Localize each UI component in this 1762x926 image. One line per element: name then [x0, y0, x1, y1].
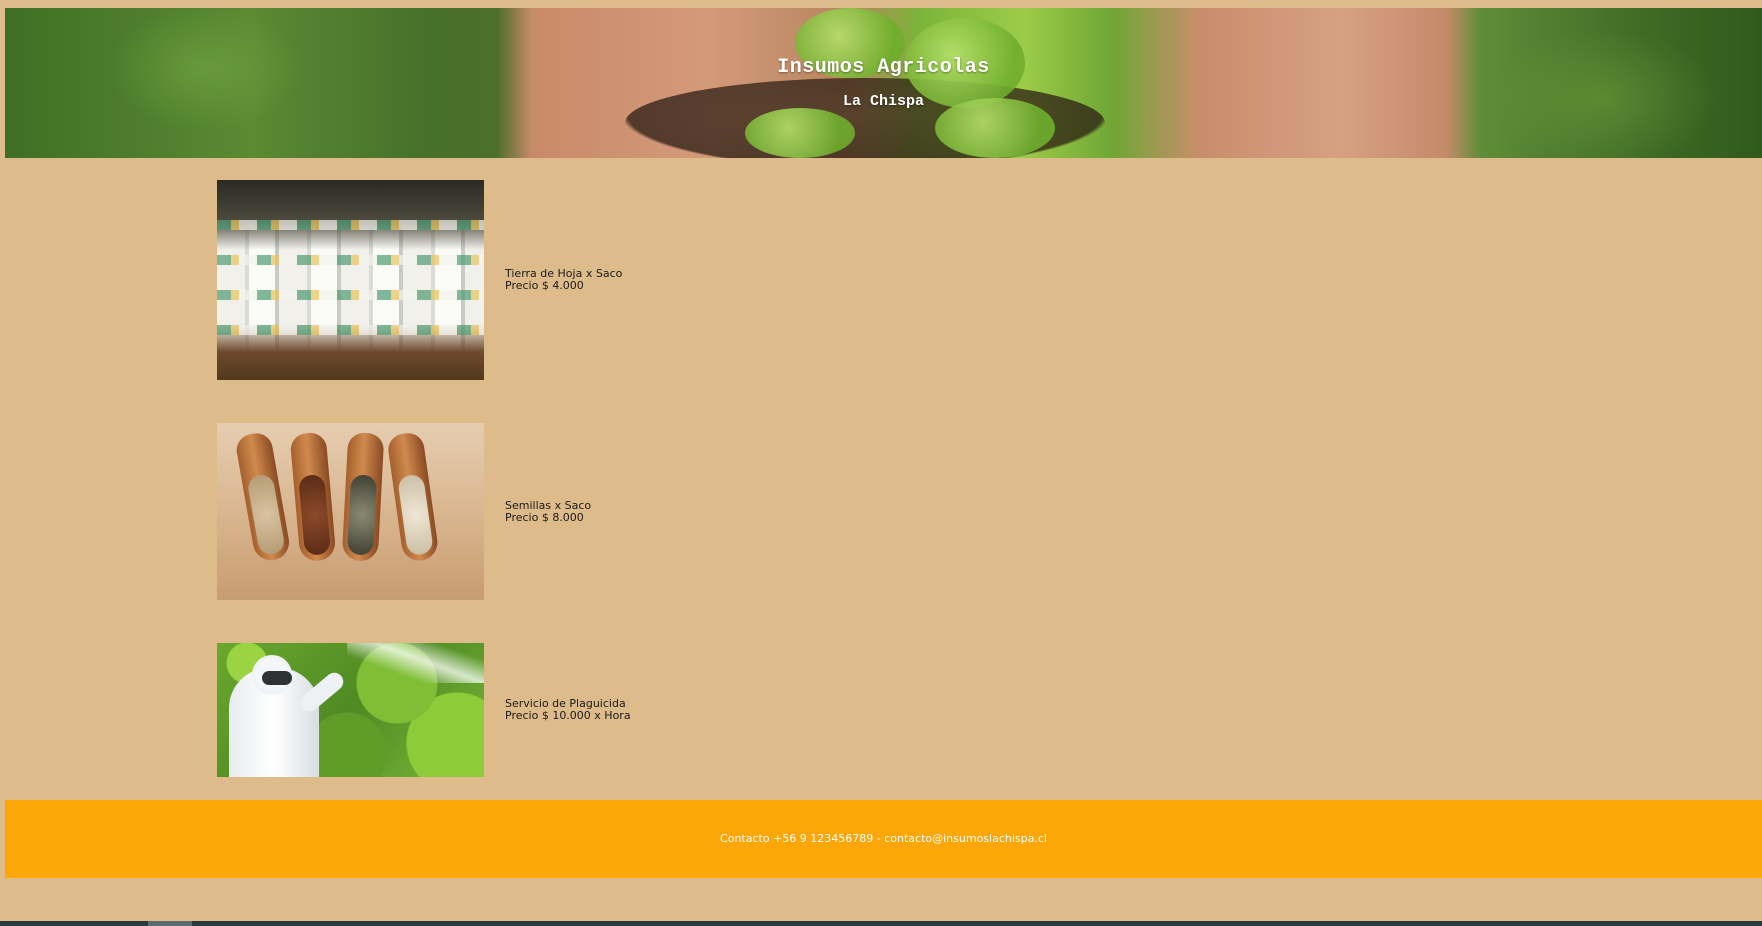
- top-strip: [0, 0, 1762, 8]
- page-title: Insumos Agricolas: [777, 56, 990, 79]
- product-image-pesticide: [217, 643, 484, 777]
- product-item-pesticide: Servicio de Plaguicida Precio $ 10.000 x…: [505, 698, 631, 722]
- scoop-4: [386, 431, 440, 563]
- product-image-seeds: [217, 423, 484, 600]
- footer-contact: Contacto +56 9 123456789 - contacto@insu…: [720, 832, 1047, 845]
- scoop-1: [234, 430, 292, 564]
- sack-label-band: [217, 325, 484, 335]
- product-price: Precio $ 10.000 x Hora: [505, 709, 631, 722]
- spray-mist: [347, 643, 484, 683]
- sack-label-band: [217, 220, 484, 230]
- scrollbar-thumb[interactable]: [148, 921, 192, 926]
- scoop-2: [289, 431, 337, 563]
- gas-mask: [262, 671, 292, 685]
- scoop-fill: [298, 473, 332, 556]
- scoop-fill: [346, 474, 378, 556]
- product-image-soil-sacks: [217, 180, 484, 380]
- sack-label-band: [217, 255, 484, 265]
- scoop-fill: [246, 473, 286, 557]
- sack-label-band: [217, 290, 484, 300]
- footer: Contacto +56 9 123456789 - contacto@insu…: [5, 800, 1762, 878]
- header-banner: Insumos Agricolas La Chispa: [5, 8, 1762, 158]
- scoop-3: [341, 432, 385, 562]
- page-subtitle: La Chispa: [842, 93, 924, 110]
- product-price: Precio $ 4.000: [505, 279, 584, 292]
- product-item-soil: Tierra de Hoja x Saco Precio $ 4.000: [505, 268, 622, 292]
- scoop-fill: [397, 473, 434, 557]
- banner-leaf: [745, 108, 855, 158]
- product-item-seeds: Semillas x Saco Precio $ 8.000: [505, 500, 591, 524]
- product-price: Precio $ 8.000: [505, 511, 584, 524]
- horizontal-scrollbar[interactable]: [0, 921, 1762, 926]
